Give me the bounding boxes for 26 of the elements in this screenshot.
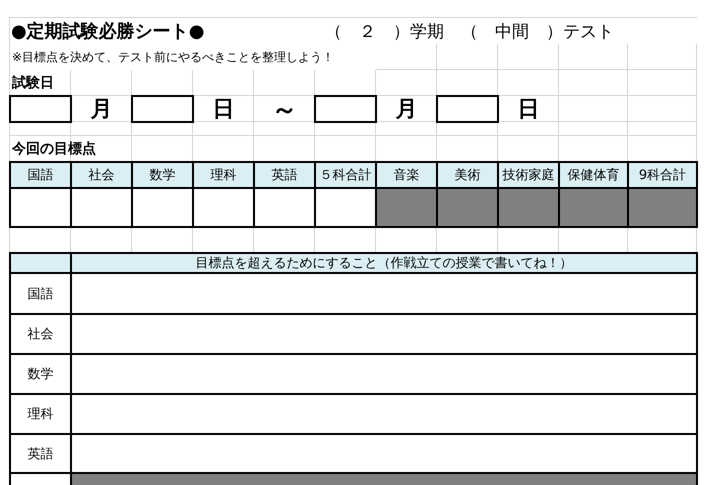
score-input-cell[interactable] — [9, 187, 72, 228]
date-input-field[interactable] — [314, 95, 377, 123]
date-unit-label: 日 — [516, 96, 540, 122]
column-header: 英語 — [253, 161, 316, 189]
range-tilde: ～ — [270, 96, 298, 122]
column-header: 保健体育 — [558, 161, 629, 189]
date-unit-label: 月 — [90, 96, 114, 122]
column-header: ５科合計 — [314, 161, 377, 189]
column-header: 数学 — [131, 161, 194, 189]
date-unit-label: 月 — [394, 96, 418, 122]
column-header: 技術家庭 — [497, 161, 560, 189]
instruction-note: ※目標点を決めて、テスト前にやるべきことを整理しよう！ — [10, 44, 376, 70]
date-unit-label: 日 — [212, 96, 236, 122]
date-input-field[interactable] — [436, 95, 499, 123]
column-header: 理科 — [192, 161, 255, 189]
date-input-field[interactable] — [131, 95, 194, 123]
date-input-field[interactable] — [9, 95, 72, 123]
sheet-title: ●定期試験必勝シート● — [10, 18, 315, 44]
column-header: 社会 — [70, 161, 133, 189]
target-score-label: 今回の目標点 — [11, 140, 97, 159]
column-header: 9科合計 — [627, 161, 698, 189]
column-header: 国語 — [9, 161, 72, 189]
column-header: 美術 — [436, 161, 499, 189]
column-header: 音楽 — [375, 161, 438, 189]
plan-header: 目標点を超えるためにすること（作戦立ての授業で書いてね！） — [70, 252, 698, 274]
exam-date-label: 試験日 — [10, 74, 55, 93]
